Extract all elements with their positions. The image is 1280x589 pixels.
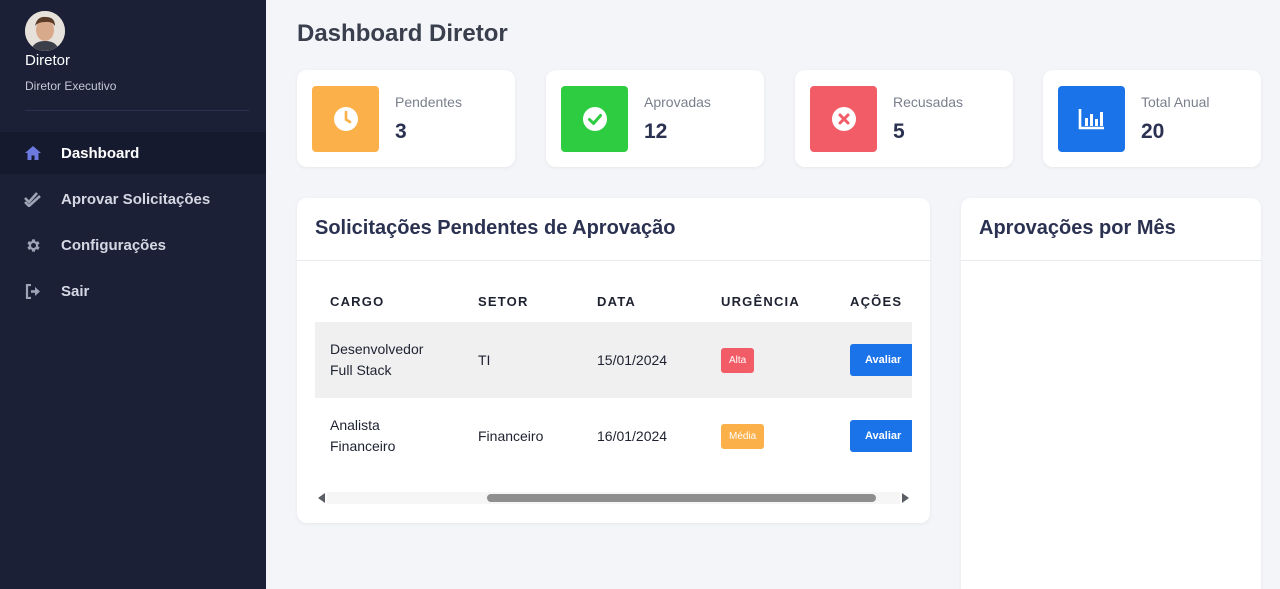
monthly-approvals-panel: Aprovações por Mês xyxy=(961,198,1261,589)
cargo-line: Desenvolvedor xyxy=(330,341,424,357)
panel-title: Aprovações por Mês xyxy=(979,217,1176,239)
scroll-left-arrow-icon xyxy=(318,493,325,503)
stat-label: Aprovadas xyxy=(644,94,711,110)
stat-card-total-anual: Total Anual 20 xyxy=(1043,70,1261,167)
sidebar-nav: Dashboard Aprovar Solicitações Configura… xyxy=(0,132,266,316)
sidebar-item-dashboard[interactable]: Dashboard xyxy=(0,132,266,174)
cell-setor: TI xyxy=(463,322,582,398)
avatar[interactable] xyxy=(25,11,65,51)
logout-icon xyxy=(24,282,42,300)
sidebar-item-label: Dashboard xyxy=(61,144,140,162)
cell-cargo: Desenvolvedor Full Stack xyxy=(315,322,463,398)
table-row: Desenvolvedor Full Stack TI 15/01/2024 A… xyxy=(315,322,912,398)
avaliar-button[interactable]: Avaliar xyxy=(850,344,912,376)
pending-table: CARGO SETOR DATA URGÊNCIA AÇÕES Desenvol… xyxy=(315,280,912,474)
stat-card-recusadas: Recusadas 5 xyxy=(795,70,1013,167)
horizontal-scrollbar[interactable] xyxy=(315,488,912,508)
stat-label: Recusadas xyxy=(893,94,964,110)
sidebar-item-label: Sair xyxy=(61,282,90,300)
pending-approvals-panel: Solicitações Pendentes de Aprovação CARG… xyxy=(297,198,930,523)
cargo-line: Full Stack xyxy=(330,362,392,378)
table-scroll-area[interactable]: CARGO SETOR DATA URGÊNCIA AÇÕES Desenvol… xyxy=(315,280,912,490)
column-header-data: DATA xyxy=(597,293,636,309)
urgency-badge: Média xyxy=(721,423,765,449)
panel-divider xyxy=(961,260,1261,261)
panel-title: Solicitações Pendentes de Aprovação xyxy=(315,217,676,239)
column-header-cargo: CARGO xyxy=(330,293,385,309)
avaliar-button[interactable]: Avaliar xyxy=(850,420,912,452)
cell-data: 16/01/2024 xyxy=(597,427,668,444)
scroll-right-arrow-icon xyxy=(902,493,909,503)
cell-urgencia: Média xyxy=(706,398,835,474)
user-role: Diretor Executivo xyxy=(25,79,117,93)
sidebar-item-configuracoes[interactable]: Configurações xyxy=(0,224,266,266)
urgency-badge: Alta xyxy=(721,347,755,373)
double-check-icon xyxy=(24,190,42,208)
table-header-row: CARGO SETOR DATA URGÊNCIA AÇÕES xyxy=(315,280,912,322)
gear-icon xyxy=(24,236,42,254)
stat-value: 3 xyxy=(395,120,407,143)
bar-chart-icon xyxy=(1058,86,1125,152)
stat-value: 20 xyxy=(1141,120,1165,143)
scrollbar-thumb xyxy=(487,494,876,502)
table-row: Analista Financeiro Financeiro 16/01/202… xyxy=(315,398,912,474)
home-icon xyxy=(24,144,42,162)
sidebar-divider xyxy=(25,110,249,111)
stat-label: Pendentes xyxy=(395,94,462,110)
sidebar-item-sair[interactable]: Sair xyxy=(0,270,266,312)
stat-card-aprovadas: Aprovadas 12 xyxy=(546,70,764,167)
cell-urgencia: Alta xyxy=(706,322,835,398)
stat-card-pendentes: Pendentes 3 xyxy=(297,70,515,167)
cell-acoes: Avaliar xyxy=(835,398,912,474)
check-circle-icon xyxy=(561,86,628,152)
cargo-line: Financeiro xyxy=(330,438,396,454)
stat-value: 12 xyxy=(644,120,668,143)
sidebar-item-label: Aprovar Solicitações xyxy=(61,190,211,208)
cell-acoes: Avaliar xyxy=(835,322,912,398)
cell-cargo: Analista Financeiro xyxy=(315,398,463,474)
sidebar: Diretor Diretor Executivo Dashboard Apro… xyxy=(0,0,266,589)
stat-value: 5 xyxy=(893,120,905,143)
cell-setor: Financeiro xyxy=(478,427,544,444)
stat-label: Total Anual xyxy=(1141,94,1210,110)
clock-icon xyxy=(312,86,379,152)
sidebar-item-label: Configurações xyxy=(61,236,167,254)
page-title: Dashboard Diretor xyxy=(297,20,508,47)
user-name: Diretor xyxy=(25,52,71,69)
column-header-urgencia: URGÊNCIA xyxy=(721,293,800,309)
panel-divider xyxy=(297,260,930,261)
cell-data: 15/01/2024 xyxy=(582,322,706,398)
sidebar-item-aprovar-solicitacoes[interactable]: Aprovar Solicitações xyxy=(0,178,266,220)
column-header-acoes: AÇÕES xyxy=(850,293,903,309)
x-circle-icon xyxy=(810,86,877,152)
cargo-line: Analista xyxy=(330,417,380,433)
column-header-setor: SETOR xyxy=(478,293,529,309)
